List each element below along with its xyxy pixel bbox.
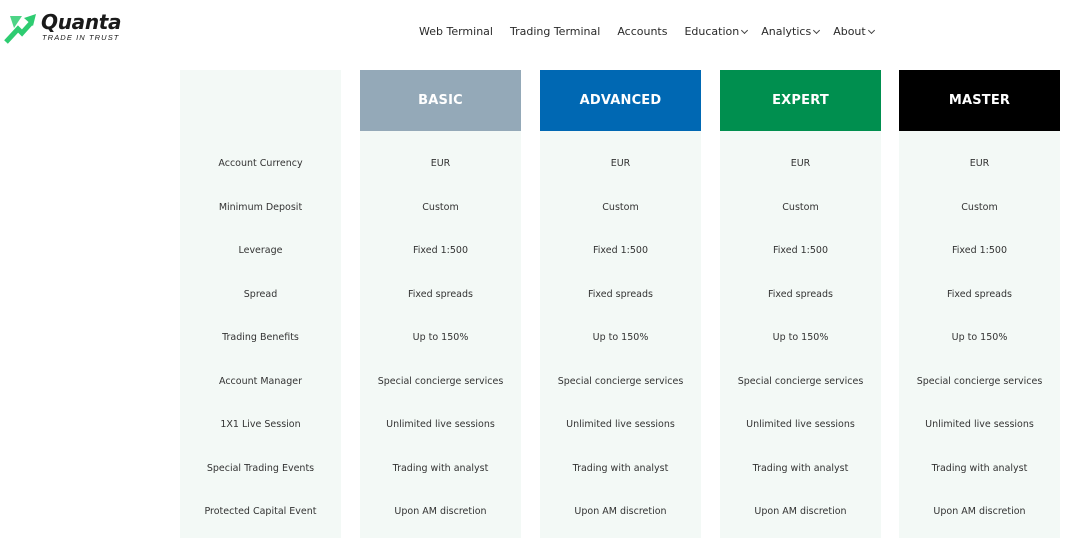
label-column: Account Currency Minimum Deposit Leverag…: [180, 70, 341, 538]
chevron-down-icon: [813, 26, 821, 34]
row-label: Spread: [243, 289, 278, 300]
nav-label: Analytics: [761, 25, 812, 38]
plan-cell: Up to 150%: [592, 332, 649, 343]
row-label: Special Trading Events: [206, 463, 315, 474]
plan-cell: Custom: [782, 202, 819, 213]
plan-cell: Up to 150%: [412, 332, 469, 343]
plan-cell: Fixed spreads: [588, 289, 653, 300]
plan-cell: Special concierge services: [916, 376, 1043, 387]
plan-cell: Fixed spreads: [408, 289, 473, 300]
chevron-down-icon: [867, 26, 875, 34]
nav-analytics[interactable]: Analytics: [761, 25, 821, 38]
nav-trading-terminal[interactable]: Trading Terminal: [510, 25, 600, 38]
plan-cell: EUR: [610, 158, 631, 169]
main-nav: Web Terminal Trading Terminal Accounts E…: [419, 25, 888, 38]
plan-cell: Unlimited live sessions: [566, 419, 675, 430]
logo-link[interactable]: Quanta TRADE IN TRUST: [4, 10, 122, 44]
plan-column-advanced: ADVANCED EUR Custom Fixed 1:500 Fixed sp…: [540, 70, 701, 538]
plan-cell: Trading with analyst: [931, 463, 1028, 474]
plan-cell: Unlimited live sessions: [386, 419, 495, 430]
logo-text: Quanta TRADE IN TRUST: [41, 10, 122, 42]
plan-cell: Fixed 1:500: [772, 245, 828, 256]
plan-cell: Custom: [961, 202, 998, 213]
nav-about[interactable]: About: [833, 25, 875, 38]
plan-column-master: MASTER EUR Custom Fixed 1:500 Fixed spre…: [899, 70, 1060, 538]
plan-header[interactable]: BASIC: [360, 70, 521, 131]
row-label: Account Manager: [218, 376, 303, 387]
plan-header[interactable]: ADVANCED: [540, 70, 701, 131]
plan-cell: Upon AM discretion: [574, 506, 667, 517]
chevron-down-icon: [741, 26, 749, 34]
plan-cell: Fixed 1:500: [951, 245, 1007, 256]
brand-name: Quanta: [41, 10, 122, 34]
plan-header[interactable]: MASTER: [899, 70, 1060, 131]
plan-cell: Special concierge services: [377, 376, 504, 387]
plan-header[interactable]: EXPERT: [720, 70, 881, 131]
site-header: Quanta TRADE IN TRUST Web Terminal Tradi…: [0, 0, 1070, 62]
plan-cell: Upon AM discretion: [754, 506, 847, 517]
plan-cell: Trading with analyst: [392, 463, 489, 474]
plan-cell: Unlimited live sessions: [925, 419, 1034, 430]
plan-cell: Custom: [422, 202, 459, 213]
nav-label: Accounts: [617, 25, 668, 38]
plan-cell: EUR: [790, 158, 811, 169]
row-label: Leverage: [238, 245, 283, 256]
plan-cell: Upon AM discretion: [933, 506, 1026, 517]
plan-cell: Upon AM discretion: [394, 506, 487, 517]
plan-cell: Fixed spreads: [768, 289, 833, 300]
plan-cell: Special concierge services: [737, 376, 864, 387]
nav-accounts[interactable]: Accounts: [617, 25, 667, 38]
nav-label: Education: [684, 25, 740, 38]
nav-education[interactable]: Education: [684, 25, 749, 38]
row-label: Trading Benefits: [222, 332, 299, 343]
row-label: Account Currency: [218, 158, 303, 169]
plan-cell: Fixed 1:500: [592, 245, 648, 256]
brand-tagline: TRADE IN TRUST: [42, 33, 120, 42]
row-label: Minimum Deposit: [218, 202, 303, 213]
plan-cell: EUR: [969, 158, 990, 169]
plan-cell: Up to 150%: [951, 332, 1008, 343]
plan-cell: Fixed spreads: [947, 289, 1012, 300]
plan-cell: Up to 150%: [772, 332, 829, 343]
nav-label: About: [833, 25, 866, 38]
plan-column-basic: BASIC EUR Custom Fixed 1:500 Fixed sprea…: [360, 70, 521, 538]
label-column-head: [180, 70, 341, 131]
row-label: 1X1 Live Session: [220, 419, 301, 430]
plan-cell: Trading with analyst: [572, 463, 669, 474]
plan-cell: Fixed 1:500: [412, 245, 468, 256]
plan-cell: Special concierge services: [557, 376, 684, 387]
plan-cell: EUR: [430, 158, 451, 169]
nav-label: Trading Terminal: [509, 25, 601, 38]
plan-cell: Custom: [602, 202, 639, 213]
nav-label: Web Terminal: [419, 25, 493, 38]
logo-icon: [4, 14, 36, 44]
plan-cell: Unlimited live sessions: [746, 419, 855, 430]
row-label: Protected Capital Event: [204, 506, 317, 517]
nav-web-terminal[interactable]: Web Terminal: [419, 25, 493, 38]
plan-cell: Trading with analyst: [752, 463, 849, 474]
plan-column-expert: EXPERT EUR Custom Fixed 1:500 Fixed spre…: [720, 70, 881, 538]
